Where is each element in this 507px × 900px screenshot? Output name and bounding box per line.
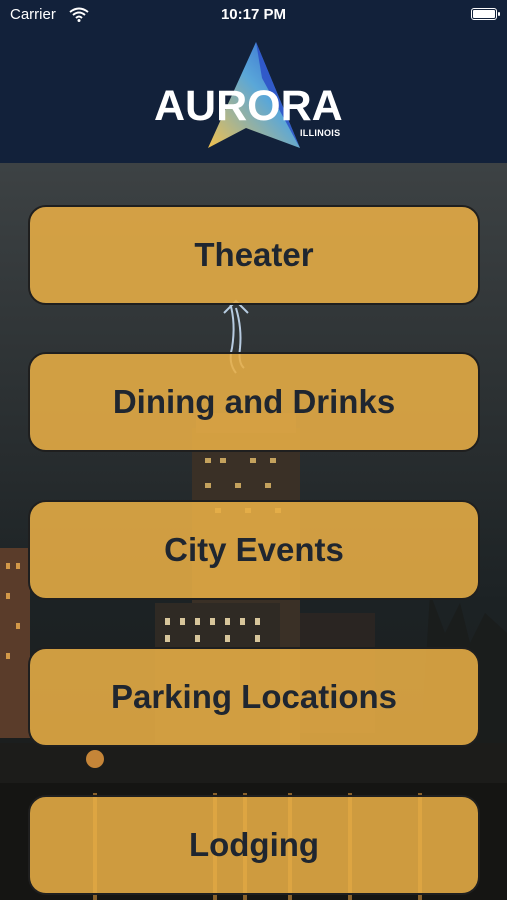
parking-locations-button[interactable]: Parking Locations [28,647,480,747]
city-events-button[interactable]: City Events [28,500,480,600]
lodging-button-label: Lodging [188,826,320,863]
app-header: AURORA ILLINOIS [0,30,507,163]
logo-subtext: ILLINOIS [300,128,341,138]
logo-text: AURORA [154,82,343,130]
theater-button-label: Theater [194,236,314,273]
theater-button[interactable]: Theater [28,205,480,305]
lodging-button[interactable]: Lodging [28,795,480,895]
parking-locations-button-label: Parking Locations [110,678,398,715]
clock: 10:17 PM [220,6,287,23]
dining-and-drinks-button-label: Dining and Drinks [112,383,396,420]
city-events-button-label: City Events [164,531,344,568]
dining-and-drinks-button[interactable]: Dining and Drinks [28,352,480,452]
status-bar: Carrier 10:17 PM [0,0,507,30]
aurora-logo: AURORA ILLINOIS [150,38,360,150]
battery-icon [471,8,500,20]
